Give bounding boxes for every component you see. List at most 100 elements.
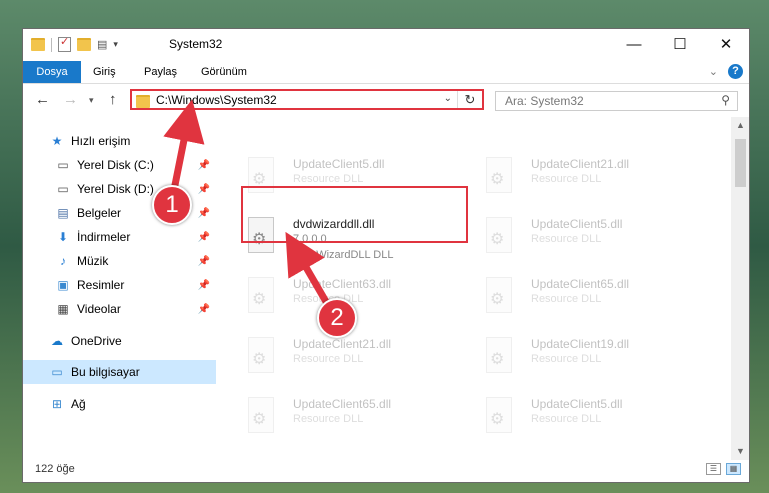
nav-item-videos[interactable]: ▦ Videolar 📌 — [23, 297, 216, 321]
dll-file-icon: ⚙ — [246, 397, 276, 435]
address-bar[interactable]: C:\Windows\System32 ⌄ ↻ — [130, 89, 484, 110]
dll-file-icon: ⚙ — [484, 277, 514, 315]
file-item[interactable]: ⚙ UpdateClient65.dll Resource DLL — [242, 393, 472, 439]
file-item[interactable]: ⚙ UpdateClient21.dll Resource DLL — [242, 333, 472, 379]
file-name: UpdateClient63.dll — [293, 277, 392, 291]
chevron-down-icon[interactable]: ⌄ — [444, 93, 452, 104]
pin-icon[interactable]: 📌 — [198, 232, 210, 243]
drive-icon: ▭ — [57, 158, 69, 172]
nav-label: Ağ — [71, 397, 86, 411]
dll-file-icon: ⚙ — [484, 337, 514, 375]
scroll-up-icon[interactable]: ▲ — [731, 117, 749, 134]
tiles-view-icon[interactable]: ▦ — [726, 463, 741, 475]
ribbon-tabs: Dosya Giriş Paylaş Görünüm ⌄ ? — [23, 61, 749, 84]
file-name: UpdateClient65.dll — [293, 397, 392, 411]
scroll-thumb[interactable] — [735, 139, 746, 187]
pin-icon[interactable]: 📌 — [198, 184, 210, 195]
pin-icon[interactable]: 📌 — [198, 256, 210, 267]
vertical-scrollbar[interactable]: ▲ ▼ — [731, 117, 749, 460]
folder-icon — [136, 95, 150, 108]
file-description: Resource DLL — [293, 413, 364, 425]
status-bar: 122 öğe ☰ ▦ — [23, 460, 749, 482]
step-badge-1: 1 — [152, 185, 192, 225]
nav-item-music[interactable]: ♪ Müzik 📌 — [23, 249, 216, 273]
details-view-icon[interactable]: ☰ — [706, 463, 721, 475]
nav-label: Müzik — [77, 254, 109, 268]
chevron-down-icon[interactable]: ▾ — [113, 39, 118, 50]
forward-arrow-icon[interactable]: → — [63, 91, 78, 108]
nav-label: Belgeler — [77, 206, 122, 220]
computer-icon: ▭ — [51, 365, 63, 379]
help-icon[interactable]: ? — [728, 64, 743, 79]
pin-icon[interactable]: 📌 — [198, 208, 210, 219]
cloud-icon: ☁ — [51, 334, 63, 348]
dll-file-icon: ⚙ — [484, 397, 514, 435]
properties-icon[interactable] — [58, 35, 71, 52]
window-controls: — ☐ ✕ — [611, 29, 749, 59]
file-name: UpdateClient19.dll — [531, 337, 630, 351]
scroll-down-icon[interactable]: ▼ — [731, 443, 749, 460]
music-icon: ♪ — [60, 254, 66, 268]
address-path[interactable]: C:\Windows\System32 — [156, 93, 277, 107]
close-button[interactable]: ✕ — [703, 29, 749, 59]
maximize-button[interactable]: ☐ — [657, 29, 703, 59]
pictures-icon: ▣ — [57, 278, 69, 292]
nav-item-downloads[interactable]: ⬇ İndirmeler 📌 — [23, 225, 216, 249]
nav-item-onedrive[interactable]: ☁ OneDrive — [23, 329, 216, 353]
separator — [51, 37, 52, 52]
file-description: Resource DLL — [531, 293, 602, 305]
search-input[interactable]: Ara: System32 ⚲ — [495, 91, 738, 111]
pin-icon[interactable]: 📌 — [198, 280, 210, 291]
file-description: Resource DLL — [531, 233, 602, 245]
window-title: System32 — [169, 37, 223, 51]
file-item[interactable]: ⚙ UpdateClient19.dll Resource DLL — [480, 333, 710, 379]
file-item[interactable]: ⚙ UpdateClient65.dll Resource DLL — [480, 273, 710, 319]
up-arrow-icon[interactable]: ↑ — [109, 91, 117, 108]
search-icon[interactable]: ⚲ — [721, 93, 730, 107]
minimize-button[interactable]: — — [611, 29, 657, 59]
navigation-pane: ★ Hızlı erişim ▭ Yerel Disk (C:) 📌 ▭ Yer… — [23, 117, 216, 460]
nav-item-this-pc[interactable]: ▭ Bu bilgisayar — [23, 360, 216, 384]
tab-file[interactable]: Dosya — [23, 61, 81, 83]
file-item[interactable]: ⚙ UpdateClient63.dll Resource DLL — [242, 273, 472, 319]
refresh-icon[interactable]: ↻ — [457, 91, 482, 108]
star-icon: ★ — [51, 134, 63, 148]
file-item[interactable]: ⚙ UpdateClient21.dll Resource DLL — [480, 153, 710, 199]
tab-share[interactable]: Paylaş — [144, 61, 177, 83]
quick-access-toolbar: ▤ ▾ — [31, 35, 118, 52]
nav-label: Resimler — [77, 278, 125, 292]
dll-file-icon: ⚙ — [246, 277, 276, 315]
tab-home[interactable]: Giriş — [93, 61, 116, 83]
recent-locations-icon[interactable]: ▾ — [89, 95, 94, 106]
pin-icon[interactable]: 📌 — [198, 304, 210, 315]
file-name: UpdateClient5.dll — [531, 397, 623, 411]
tab-view[interactable]: Görünüm — [201, 61, 247, 83]
nav-label: İndirmeler — [77, 230, 131, 244]
file-name: UpdateClient21.dll — [531, 157, 630, 171]
pin-icon[interactable]: 📌 — [198, 160, 210, 171]
file-description: Resource DLL — [531, 413, 602, 425]
file-description: Resource DLL — [531, 353, 602, 365]
file-name: UpdateClient21.dll — [293, 337, 392, 351]
nav-item-pictures[interactable]: ▣ Resimler 📌 — [23, 273, 216, 297]
file-item[interactable]: ⚙ UpdateClient5.dll Resource DLL — [480, 393, 710, 439]
step-badge-2: 2 — [317, 298, 357, 338]
customize-icon[interactable]: ▤ — [97, 38, 107, 51]
file-description: Resource DLL — [293, 173, 364, 185]
network-icon: ⊞ — [51, 397, 63, 411]
target-highlight-box — [241, 186, 468, 243]
title-bar: ▤ ▾ System32 — ☐ ✕ — [23, 29, 749, 61]
nav-item-disk-c[interactable]: ▭ Yerel Disk (C:) 📌 — [23, 153, 216, 177]
file-item[interactable]: ⚙ UpdateClient5.dll Resource DLL — [480, 213, 710, 259]
file-list: ⚙ UpdateClient5.dll Resource DLL ⚙ Updat… — [216, 117, 731, 460]
nav-label: Bu bilgisayar — [71, 365, 140, 379]
new-folder-icon[interactable] — [77, 38, 91, 51]
expand-ribbon-icon[interactable]: ⌄ — [709, 65, 718, 78]
nav-item-quick-access[interactable]: ★ Hızlı erişim — [23, 129, 216, 153]
ribbon-right: ⌄ ? — [709, 64, 743, 79]
address-row: ← → ▾ ↑ C:\Windows\System32 ⌄ ↻ Ara: Sys… — [23, 85, 749, 117]
nav-label: Hızlı erişim — [71, 134, 131, 148]
back-arrow-icon[interactable]: ← — [35, 91, 50, 108]
file-description: Resource DLL — [293, 353, 364, 365]
nav-item-network[interactable]: ⊞ Ağ — [23, 392, 216, 416]
